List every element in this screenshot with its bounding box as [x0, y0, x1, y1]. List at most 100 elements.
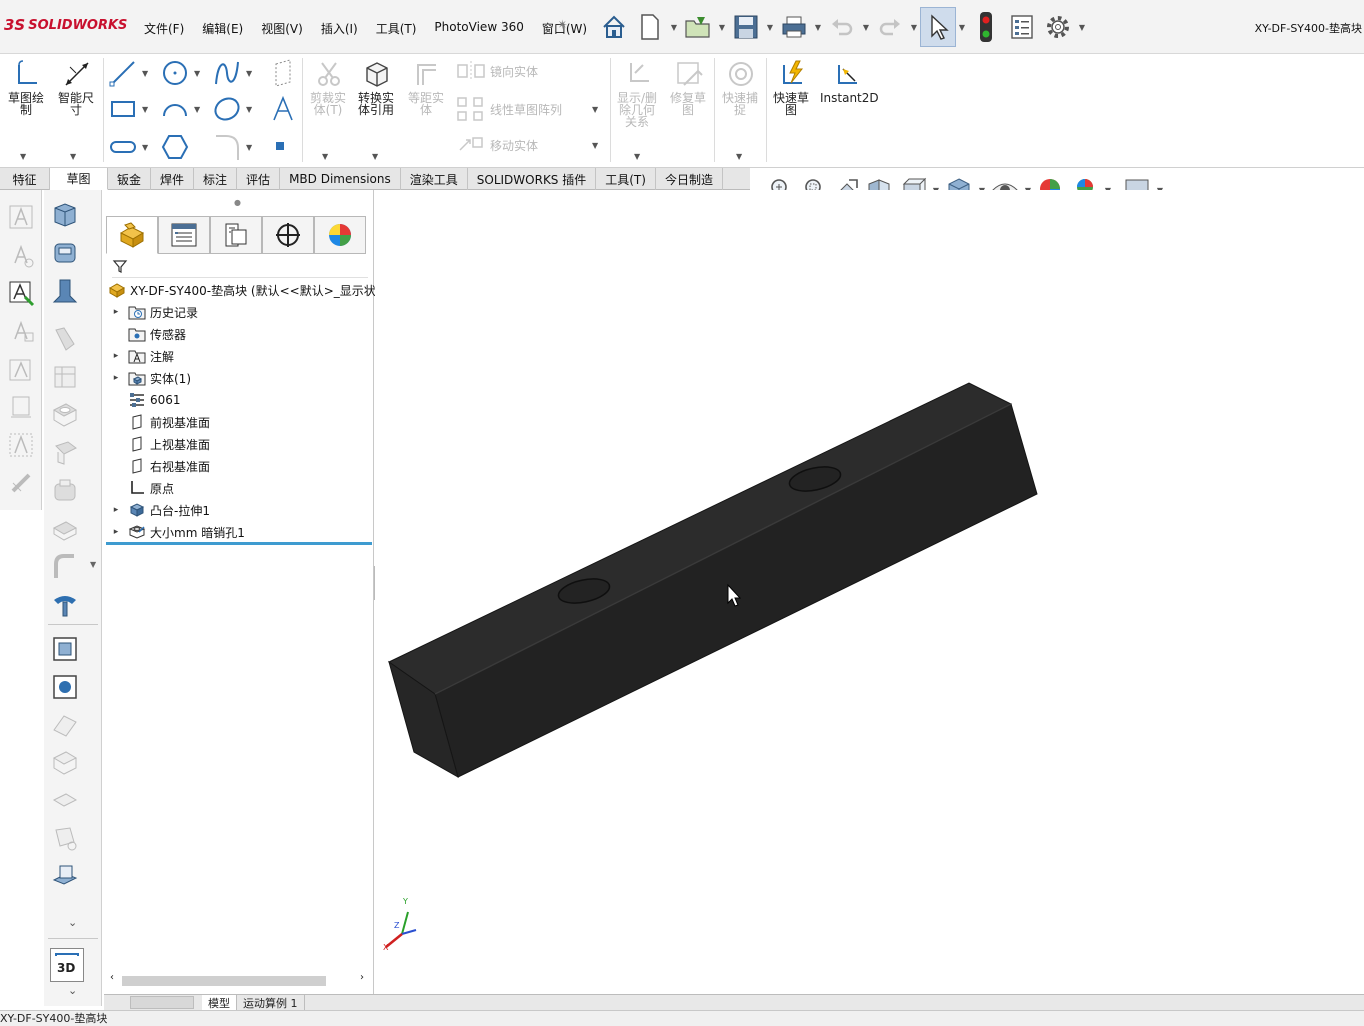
slot-tool[interactable]: ▼: [108, 132, 148, 162]
tree-item[interactable]: 上视基准面: [104, 433, 210, 455]
expand-arrow-icon[interactable]: ▸: [110, 373, 122, 383]
extruded-cut-icon[interactable]: [48, 398, 82, 432]
scroll-right-icon[interactable]: ›: [360, 972, 364, 983]
tree-item[interactable]: ▸ 实体(1): [104, 367, 191, 389]
linear-pattern-button[interactable]: 线性草图阵列 ▼: [456, 96, 598, 122]
polygon-tool[interactable]: [160, 132, 190, 162]
auto-balloon-icon[interactable]: [4, 238, 38, 272]
circle-tool[interactable]: ▼: [160, 58, 200, 88]
tab-scroll-arrows-icon[interactable]: [130, 996, 194, 1009]
tree-horizontal-scrollbar[interactable]: ‹ ›: [108, 972, 370, 988]
tab-render-tools[interactable]: 渲染工具: [401, 168, 468, 190]
select-dropdown-icon[interactable]: ▼: [956, 7, 968, 47]
loft-icon[interactable]: [48, 322, 82, 356]
save-icon[interactable]: [728, 7, 764, 47]
redo-icon[interactable]: [872, 7, 908, 47]
tree-root-part[interactable]: XY-DF-SY400-垫高块 (默认<<默认>_显示状: [108, 279, 376, 301]
tab-evaluate[interactable]: 评估: [237, 168, 281, 190]
filter-icon[interactable]: [112, 258, 128, 274]
menu-file[interactable]: 文件(F): [138, 20, 190, 37]
expand-arrow-icon[interactable]: ▸: [110, 505, 122, 515]
spline-tool[interactable]: ▼: [212, 58, 252, 88]
open-dropdown-icon[interactable]: ▼: [716, 7, 728, 47]
plane-sketch-tool[interactable]: [268, 58, 298, 88]
expand-arrow-icon[interactable]: ▸: [110, 307, 122, 317]
property-manager-tab-icon[interactable]: [158, 216, 210, 254]
print-icon[interactable]: [776, 7, 812, 47]
smart-dimension-button[interactable]: 智能尺寸: [54, 58, 100, 116]
tab-sketch[interactable]: 草图: [50, 168, 108, 190]
feature-tree-tab-icon[interactable]: [106, 216, 158, 254]
rectangle-tool[interactable]: ▼: [108, 94, 148, 124]
trim-entities-button[interactable]: 剪裁实体(T): [306, 58, 352, 116]
offset-entities-button[interactable]: 等距实体: [404, 58, 450, 116]
expand-arrow-icon[interactable]: ▸: [110, 527, 122, 537]
convert-entities-button[interactable]: 转换实体引用: [354, 58, 400, 116]
surface-finish-icon[interactable]: [4, 352, 38, 386]
open-icon[interactable]: [680, 7, 716, 47]
convert-dropdown-icon[interactable]: ▼: [372, 148, 378, 162]
menu-tools[interactable]: 工具(T): [370, 20, 423, 37]
quick-snaps-button[interactable]: 快速捕捉: [718, 58, 764, 116]
undo-dropdown-icon[interactable]: ▼: [860, 7, 872, 47]
tree-item[interactable]: ▸ 大小mm 暗销孔1: [104, 521, 245, 543]
mirror-feature-icon[interactable]: [48, 670, 82, 704]
tab-sheet-metal[interactable]: 钣金: [108, 168, 152, 190]
tree-item[interactable]: 6061: [104, 389, 181, 411]
tab-tools[interactable]: 工具(T): [596, 168, 656, 190]
tab-weldments[interactable]: 焊件: [151, 168, 195, 190]
fillet-dropdown-icon[interactable]: ▼: [90, 560, 96, 569]
tree-item[interactable]: 原点: [104, 477, 174, 499]
options-dropdown-icon[interactable]: ▼: [1076, 7, 1088, 47]
revolved-boss-icon[interactable]: [48, 236, 82, 270]
tree-item[interactable]: ▸ 注解: [104, 345, 174, 367]
draft-icon[interactable]: [48, 708, 82, 742]
ellipse-tool[interactable]: ▼: [212, 94, 252, 124]
home-icon[interactable]: [596, 7, 632, 47]
body-front-face[interactable]: [434, 403, 1038, 778]
options-gear-icon[interactable]: [1040, 7, 1076, 47]
menu-insert[interactable]: 插入(I): [315, 20, 364, 37]
dimxpert-manager-tab-icon[interactable]: [262, 216, 314, 254]
redo-dropdown-icon[interactable]: ▼: [908, 7, 920, 47]
graphics-area[interactable]: Y Z X: [375, 190, 1364, 994]
configuration-manager-tab-icon[interactable]: [210, 216, 262, 254]
display-manager-tab-icon[interactable]: [314, 216, 366, 254]
tab-model[interactable]: 模型: [202, 995, 237, 1010]
pin-icon[interactable]: ✴: [557, 18, 568, 33]
panel-grip-icon[interactable]: ●: [234, 198, 241, 207]
arc-tool[interactable]: ▼: [160, 94, 200, 124]
datum-feature-icon[interactable]: [4, 428, 38, 462]
tab-features[interactable]: 特征: [0, 168, 50, 190]
curves-icon[interactable]: [48, 822, 82, 856]
expand-more-icon[interactable]: ⌄: [68, 916, 77, 929]
menu-view[interactable]: 视图(V): [255, 20, 309, 37]
tab-motion-study[interactable]: 运动算例 1: [237, 995, 305, 1010]
tab-solidworks-addins[interactable]: SOLIDWORKS 插件: [468, 168, 597, 190]
note-leader-icon[interactable]: [4, 276, 38, 310]
note-icon[interactable]: [4, 200, 38, 234]
sketch-dropdown-icon[interactable]: ▼: [20, 148, 26, 162]
hole-wizard-side-icon[interactable]: [48, 436, 82, 470]
rib-icon[interactable]: [48, 588, 82, 622]
collapse-more-icon[interactable]: ⌄: [68, 984, 77, 997]
new-document-icon[interactable]: [632, 7, 668, 47]
tab-manufacturing[interactable]: 今日制造: [656, 168, 723, 190]
repair-sketch-button[interactable]: 修复草图: [666, 58, 712, 116]
mirror-entities-button[interactable]: 镜向实体: [456, 60, 538, 82]
tab-annotations[interactable]: 标注: [194, 168, 238, 190]
print-dropdown-icon[interactable]: ▼: [812, 7, 824, 47]
swept-cut-icon[interactable]: [48, 512, 82, 546]
scroll-left-icon[interactable]: ‹: [110, 972, 114, 983]
move-entities-button[interactable]: 移动实体 ▼: [456, 134, 598, 156]
sketch-button[interactable]: 草图绘制: [6, 58, 50, 116]
instant3d-icon[interactable]: [48, 860, 82, 894]
select-cursor-icon[interactable]: [920, 7, 956, 47]
model-3d-view[interactable]: Y Z X: [375, 190, 1364, 994]
tree-item[interactable]: 前视基准面: [104, 411, 210, 433]
rapid-sketch-button[interactable]: 快速草图: [770, 58, 816, 116]
linear-pattern-side-icon[interactable]: [48, 632, 82, 666]
menu-edit[interactable]: 编辑(E): [196, 20, 249, 37]
rollback-bar[interactable]: [106, 542, 372, 545]
dimension-dropdown-icon[interactable]: ▼: [70, 148, 76, 162]
